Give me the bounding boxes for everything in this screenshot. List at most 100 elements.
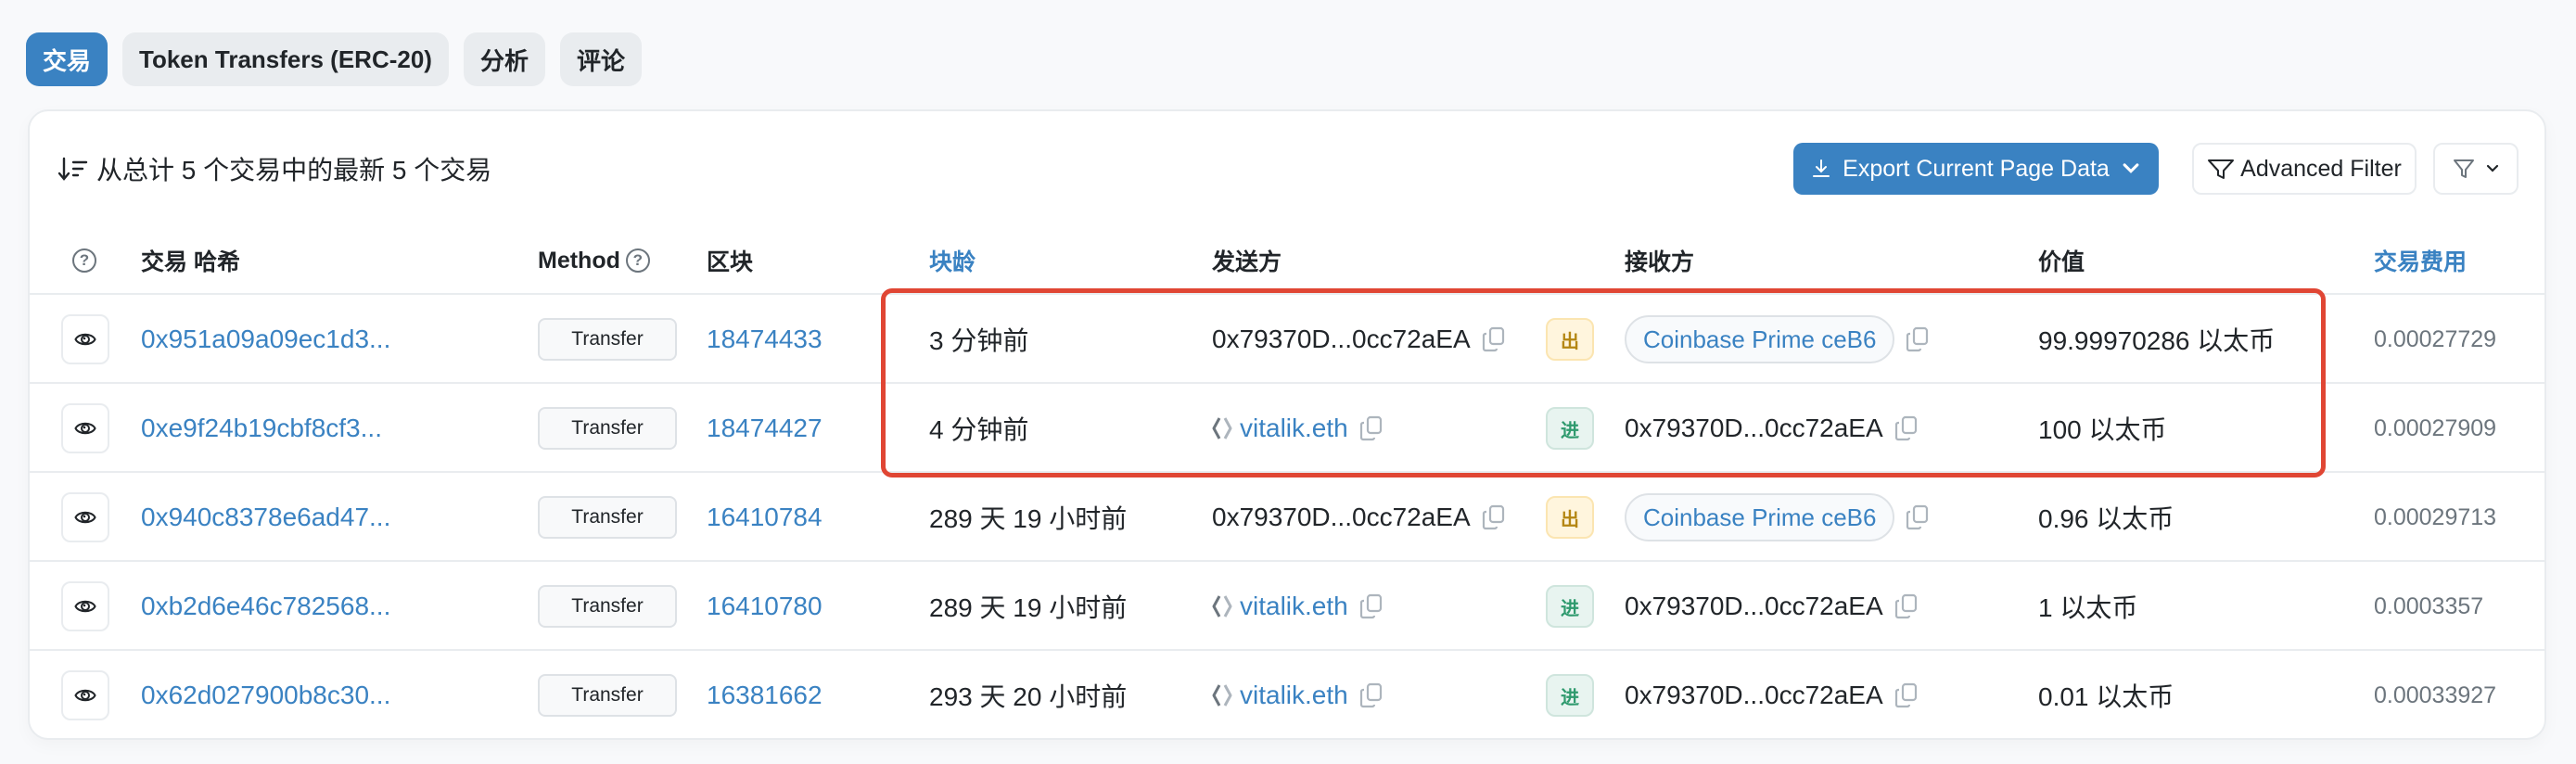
column-to: 接收方 xyxy=(1625,249,1695,275)
value-text: 1 以太币 xyxy=(2038,593,2138,622)
block-link[interactable]: 16410784 xyxy=(707,473,823,562)
export-label: Export Current Page Data xyxy=(1843,155,2110,182)
table-row: 0x951a09a09ec1d3... Transfer 18474433 3 … xyxy=(30,295,2544,384)
age-text: 293 天 20 小时前 xyxy=(929,682,1128,711)
method-badge: Transfer xyxy=(538,318,677,361)
advanced-filter-button[interactable]: Advanced Filter xyxy=(2192,143,2417,195)
summary-text: 从总计 5 个交易中的最新 5 个交易 xyxy=(96,156,492,185)
eye-icon xyxy=(74,422,96,435)
to-address[interactable]: 0x79370D...0cc72aEA xyxy=(1625,414,1883,443)
value-text: 100 以太币 xyxy=(2038,415,2167,444)
chevron-down-icon xyxy=(2123,163,2139,173)
from-address[interactable]: vitalik.eth xyxy=(1240,681,1348,710)
preview-button[interactable] xyxy=(61,314,109,364)
age-text: 4 分钟前 xyxy=(929,415,1029,444)
column-from: 发送方 xyxy=(1212,249,1282,275)
question-icon[interactable]: ? xyxy=(625,248,650,273)
copy-icon[interactable] xyxy=(1359,415,1384,441)
block-link[interactable]: 16381662 xyxy=(707,651,823,740)
ens-icon xyxy=(1212,417,1232,439)
tx-hash-link[interactable]: 0xe9f24b19cbf8cf3... xyxy=(141,384,382,473)
method-badge: Transfer xyxy=(538,407,677,450)
from-address[interactable]: 0x79370D...0cc72aEA xyxy=(1212,503,1471,532)
transactions-card: 从总计 5 个交易中的最新 5 个交易 Export Current Page … xyxy=(28,109,2546,740)
to-cell: 0x79370D...0cc72aEA xyxy=(1625,384,1919,473)
ens-icon xyxy=(1212,595,1232,618)
column-value: 价值 xyxy=(2038,249,2085,275)
to-cell: 0x79370D...0cc72aEA xyxy=(1625,651,1919,740)
chevron-down-icon xyxy=(2486,164,2499,172)
column-tx-hash: 交易 哈希 xyxy=(141,249,240,275)
preview-button[interactable] xyxy=(61,403,109,453)
age-text: 3 分钟前 xyxy=(929,326,1029,355)
column-method: Method ? xyxy=(538,226,650,295)
copy-icon[interactable] xyxy=(1894,415,1919,441)
method-badge: Transfer xyxy=(538,496,677,539)
tx-hash-link[interactable]: 0x62d027900b8c30... xyxy=(141,651,390,740)
filter-dropdown-button[interactable] xyxy=(2433,143,2519,195)
from-cell: vitalik.eth xyxy=(1212,384,1384,473)
direction-badge: 进 xyxy=(1546,585,1594,628)
export-current-page-button[interactable]: Export Current Page Data xyxy=(1793,143,2159,195)
question-icon: ? xyxy=(72,248,96,273)
advanced-filter-label: Advanced Filter xyxy=(2240,155,2402,182)
direction-badge: 进 xyxy=(1546,674,1594,717)
copy-icon[interactable] xyxy=(1906,326,1930,352)
advanced-filter-icon xyxy=(2208,159,2235,179)
download-icon xyxy=(1813,159,1830,177)
tx-hash-link[interactable]: 0x951a09a09ec1d3... xyxy=(141,295,390,384)
tx-hash-link[interactable]: 0xb2d6e46c782568... xyxy=(141,562,390,651)
copy-icon[interactable] xyxy=(1359,682,1384,708)
from-cell: 0x79370D...0cc72aEA xyxy=(1212,295,1506,384)
copy-icon[interactable] xyxy=(1482,504,1506,530)
fee-text: 0.00027909 xyxy=(2374,414,2497,441)
from-address[interactable]: 0x79370D...0cc72aEA xyxy=(1212,325,1471,354)
table-header: ? 交易 哈希 Method ? 区块 块龄 发送方 接收方 价值 交易费用 xyxy=(30,226,2544,295)
column-method-label: Method xyxy=(538,247,620,274)
fee-text: 0.0003357 xyxy=(2374,592,2484,619)
preview-button[interactable] xyxy=(61,492,109,542)
ens-icon xyxy=(1212,684,1232,707)
eye-icon xyxy=(74,689,96,702)
card-header: 从总计 5 个交易中的最新 5 个交易 Export Current Page … xyxy=(30,111,2544,226)
method-badge: Transfer xyxy=(538,585,677,628)
to-address[interactable]: 0x79370D...0cc72aEA xyxy=(1625,681,1883,710)
copy-icon[interactable] xyxy=(1359,593,1384,619)
block-link[interactable]: 16410780 xyxy=(707,562,823,651)
from-address[interactable]: vitalik.eth xyxy=(1240,592,1348,621)
block-link[interactable]: 18474427 xyxy=(707,384,823,473)
eye-icon xyxy=(74,511,96,524)
direction-badge: 进 xyxy=(1546,407,1594,450)
copy-icon[interactable] xyxy=(1894,682,1919,708)
direction-badge: 出 xyxy=(1546,318,1594,361)
tab-comments[interactable]: 评论 xyxy=(559,32,642,86)
to-address[interactable]: 0x79370D...0cc72aEA xyxy=(1625,592,1883,621)
eye-icon xyxy=(74,600,96,613)
tab-transactions[interactable]: 交易 xyxy=(26,32,108,86)
tx-hash-link[interactable]: 0x940c8378e6ad47... xyxy=(141,473,390,562)
tab-analytics[interactable]: 分析 xyxy=(463,32,545,86)
filter-icon xyxy=(2454,159,2474,178)
copy-icon[interactable] xyxy=(1906,504,1930,530)
block-link[interactable]: 18474433 xyxy=(707,295,823,384)
from-cell: 0x79370D...0cc72aEA xyxy=(1212,473,1506,562)
to-cell: Coinbase Prime ceB6 xyxy=(1625,295,1930,384)
fee-text: 0.00027729 xyxy=(2374,325,2497,352)
copy-icon[interactable] xyxy=(1482,326,1506,352)
tab-token-transfers[interactable]: Token Transfers (ERC-20) xyxy=(122,32,449,86)
help-icon-header[interactable]: ? xyxy=(72,226,96,295)
column-fee[interactable]: 交易费用 xyxy=(2374,226,2467,295)
column-age[interactable]: 块龄 xyxy=(929,226,976,295)
to-address-label[interactable]: Coinbase Prime ceB6 xyxy=(1625,493,1895,541)
age-text: 289 天 19 小时前 xyxy=(929,593,1128,622)
table-row: 0xe9f24b19cbf8cf3... Transfer 18474427 4… xyxy=(30,384,2544,473)
age-text: 289 天 19 小时前 xyxy=(929,504,1128,533)
value-text: 0.01 以太币 xyxy=(2038,682,2174,711)
preview-button[interactable] xyxy=(61,670,109,720)
copy-icon[interactable] xyxy=(1894,593,1919,619)
value-text: 99.99970286 以太币 xyxy=(2038,326,2276,355)
eye-icon xyxy=(74,333,96,346)
preview-button[interactable] xyxy=(61,581,109,631)
from-address[interactable]: vitalik.eth xyxy=(1240,414,1348,443)
to-address-label[interactable]: Coinbase Prime ceB6 xyxy=(1625,315,1895,363)
